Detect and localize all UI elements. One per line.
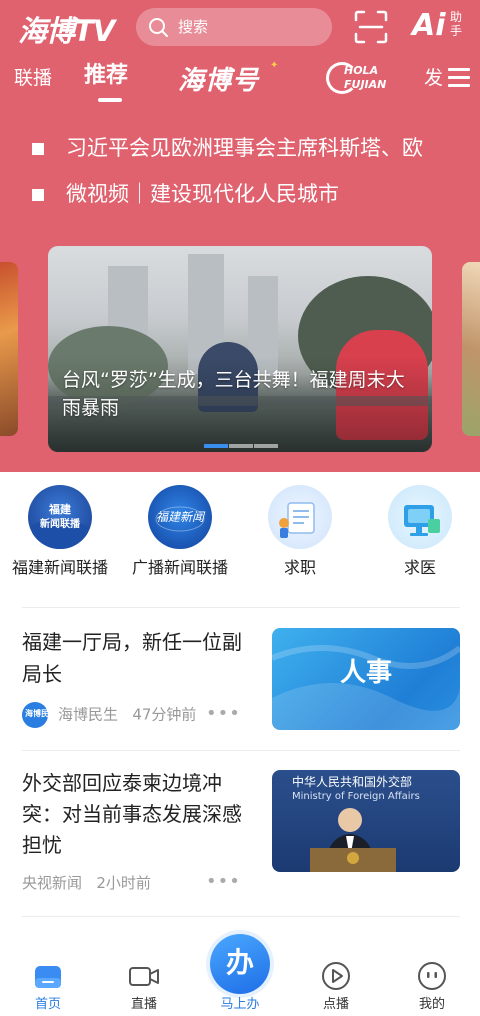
ai-glyph: Ai [412, 8, 446, 43]
entry-radio-news[interactable]: 福建新闻 广播新闻联播 [120, 480, 240, 590]
fujian-news-logo: 福建 新闻联播 [28, 485, 92, 549]
more-options-icon[interactable]: ••• [206, 872, 241, 892]
tab-tuijian[interactable]: 推荐 [84, 62, 128, 90]
active-tab-indicator [98, 98, 122, 102]
bullet [32, 189, 44, 201]
carousel-indicator [204, 444, 278, 448]
news-item[interactable]: 福建一厅局，新任一位副局长 海博民生 海博民生 47分钟前 ••• 人事 [0, 626, 480, 742]
job-search-art [279, 502, 315, 538]
ai-assistant-label: 助手 [450, 10, 463, 38]
more-options-icon[interactable]: ••• [206, 704, 241, 724]
nav-label: 首页 [34, 997, 61, 1012]
indicator-dot [254, 444, 278, 448]
news-title: 外交部回应泰柬边境冲突：对当前事态发展深感担忧 [22, 771, 242, 857]
nav-label: 直播 [130, 997, 157, 1012]
search-input[interactable]: 搜索 [136, 8, 332, 46]
next-slide-preview[interactable] [462, 262, 480, 436]
nav-label: 点播 [322, 997, 349, 1012]
entry-label: 求职 [283, 558, 316, 577]
top-bar: 海博TV 搜索 Ai 助手 [0, 0, 480, 56]
play-icon [322, 962, 350, 990]
news-time: 2小时前 [96, 874, 151, 892]
nav-home[interactable]: 首页 [0, 944, 96, 1016]
section-divider [22, 916, 460, 917]
source-avatar-text: 海博民生 [25, 709, 57, 718]
bottom-navigation: 首页 直播 办 马上办 点播 我的 [0, 934, 480, 1016]
entry-medical[interactable]: 求医 [360, 480, 480, 590]
job-search-icon [268, 485, 332, 549]
radio-news-logo: 福建新闻 [148, 485, 212, 549]
tab-fa[interactable]: 发 [424, 64, 443, 92]
nav-label[interactable]: 马上办 [192, 996, 288, 1014]
indicator-dot-active [204, 444, 228, 448]
news-item[interactable]: 外交部回应泰柬边境冲突：对当前事态发展深感担忧 央视新闻 2小时前 ••• 中华… [0, 768, 480, 898]
news-meta: 海博民生 海博民生 47分钟前 [22, 702, 196, 728]
banner-slide[interactable]: 台风“罗莎”生成，三台共舞！福建周末大雨暴雨 [48, 246, 432, 452]
tab-haibohao[interactable]: 海博号 [178, 64, 259, 98]
svg-text:福建新闻: 福建新闻 [156, 510, 206, 524]
news-source: 央视新闻 [22, 874, 83, 892]
headline-item[interactable]: 习近平会见欧洲理事会主席科斯塔、欧 [32, 128, 472, 168]
search-placeholder: 搜索 [178, 18, 209, 36]
entry-fujian-news[interactable]: 福建 新闻联播 福建新闻联播 [0, 480, 120, 590]
nav-label: 我的 [418, 997, 445, 1012]
entry-label: 福建新闻联播 [11, 558, 108, 577]
thumbnail-text: 人事 [339, 658, 392, 688]
nav-profile[interactable]: 我的 [384, 944, 480, 1016]
hola-line2: FUJIAN [344, 78, 387, 91]
section-divider [22, 607, 460, 608]
sparkle-icon: ✦ [270, 60, 279, 71]
svg-text:福建: 福建 [48, 502, 72, 516]
tab-hola-fujian[interactable]: HOLA FUJIAN [324, 60, 394, 96]
tab-lianbo[interactable]: 联播 [14, 64, 52, 92]
channel-menu-icon[interactable] [448, 68, 470, 88]
svg-text:新闻联播: 新闻联播 [40, 517, 81, 530]
news-time: 47分钟前 [132, 705, 197, 724]
source-avatar: 海博民生 [22, 702, 57, 728]
banner-carousel[interactable]: 台风“罗莎”生成，三台共舞！福建周末大雨暴雨 [0, 246, 480, 452]
entry-label: 求医 [403, 558, 436, 577]
headline-text: 微视频｜建设现代化人民城市 [66, 182, 339, 206]
ban-glyph: 办 [225, 946, 254, 979]
header-region: 海博TV 搜索 Ai 助手 联播 推荐 发 海博号 ✦ HOLA FUJIAN … [0, 0, 480, 472]
news-meta: 央视新闻 2小时前 [22, 872, 151, 894]
bullet [32, 143, 44, 155]
ban-icon[interactable]: 办 [210, 934, 270, 994]
ai-assistant-button[interactable]: Ai 助手 [412, 8, 468, 46]
home-icon [35, 966, 61, 988]
search-icon [149, 18, 168, 37]
banner-caption: 台风“罗莎”生成，三台共舞！福建周末大雨暴雨 [62, 369, 405, 419]
hola-line1: HOLA [344, 64, 379, 77]
quick-entries: 福建 新闻联播 福建新闻联播 福建新闻 广播新闻联播 求职 求医 [0, 480, 480, 590]
news-thumbnail: 人事 [272, 628, 460, 730]
entry-job[interactable]: 求职 [240, 480, 360, 590]
news-title: 福建一厅局，新任一位副局长 [22, 630, 242, 686]
app-logo[interactable]: 海博TV [18, 8, 115, 50]
medical-icon [388, 485, 452, 549]
nav-live[interactable]: 直播 [96, 944, 192, 1016]
radio-news-logo-art: 福建新闻 [155, 506, 206, 532]
live-camera-icon [129, 967, 159, 986]
nav-vod[interactable]: 点播 [288, 944, 384, 1016]
previous-slide-preview[interactable] [0, 262, 18, 436]
headline-text: 习近平会见欧洲理事会主席科斯塔、欧 [66, 136, 423, 160]
section-divider [22, 750, 460, 751]
news-source: 海博民生 [58, 705, 119, 724]
profile-icon [418, 962, 446, 990]
fujian-news-logo-art: 福建 新闻联播 [32, 502, 88, 549]
indicator-dot [229, 444, 253, 448]
news-thumbnail: 中华人民共和国外交部 Ministry of Foreign Affairs [272, 770, 460, 872]
scan-icon[interactable] [354, 10, 388, 44]
entry-label: 广播新闻联播 [131, 558, 228, 577]
spokesperson-art [310, 808, 396, 872]
headline-item[interactable]: 微视频｜建设现代化人民城市 [32, 174, 472, 214]
medical-art [404, 505, 440, 536]
